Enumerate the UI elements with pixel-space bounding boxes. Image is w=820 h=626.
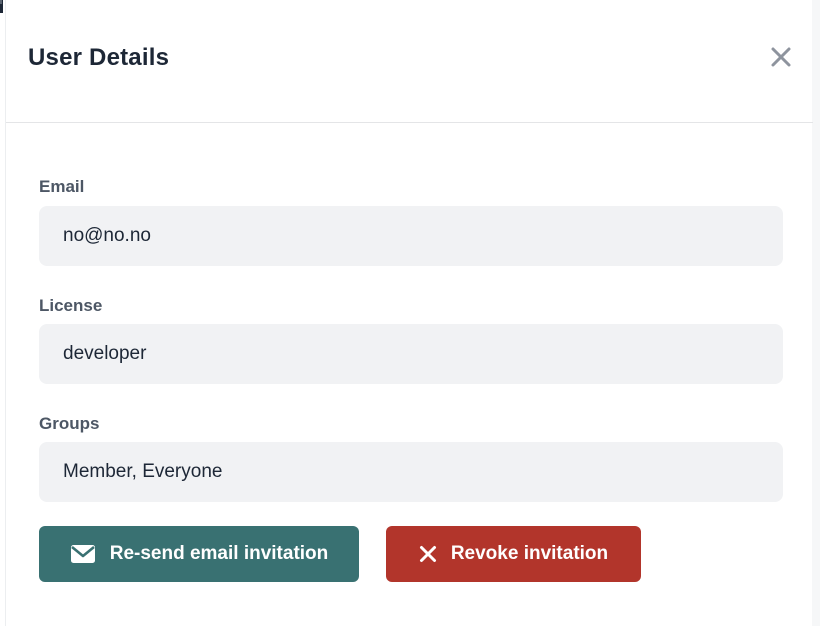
email-field-label: Email	[39, 177, 84, 197]
envelope-icon	[70, 544, 96, 564]
close-icon	[769, 45, 793, 69]
page: User Details Email no@no.no License deve…	[0, 0, 820, 626]
close-button[interactable]	[766, 42, 796, 72]
x-icon	[419, 545, 437, 563]
groups-field-label: Groups	[39, 414, 99, 434]
license-field-value: developer	[63, 343, 146, 365]
modal-header: User Details	[6, 0, 812, 122]
resend-button-label: Re-send email invitation	[110, 543, 329, 565]
page-title: User Details	[28, 44, 169, 72]
groups-field-value: Member, Everyone	[63, 461, 222, 483]
license-field-label: License	[39, 296, 102, 316]
background-strip	[812, 0, 820, 626]
revoke-button-label: Revoke invitation	[451, 543, 608, 565]
revoke-invitation-button[interactable]: Revoke invitation	[386, 526, 641, 582]
background-artifact	[0, 0, 2, 4]
resend-email-invitation-button[interactable]: Re-send email invitation	[39, 526, 359, 582]
user-details-modal: User Details Email no@no.no License deve…	[5, 0, 812, 626]
email-field[interactable]: no@no.no	[39, 206, 783, 266]
header-divider	[6, 122, 813, 123]
email-field-value: no@no.no	[63, 225, 151, 247]
license-field[interactable]: developer	[39, 324, 783, 384]
groups-field[interactable]: Member, Everyone	[39, 442, 783, 502]
